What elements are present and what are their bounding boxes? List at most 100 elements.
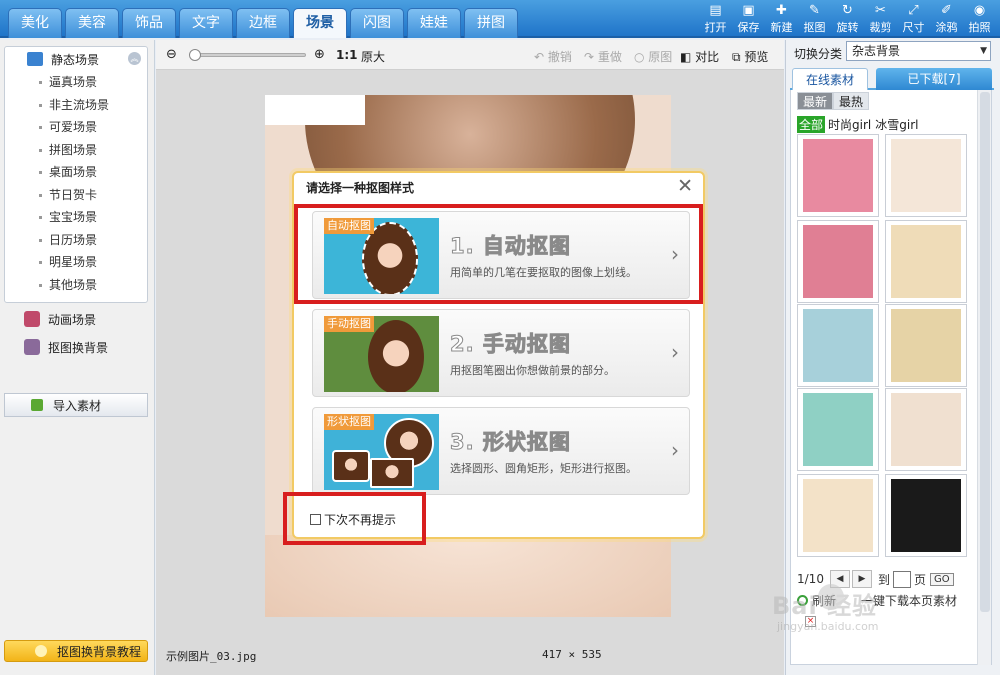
tab-frame[interactable]: 边框 [236, 8, 290, 38]
original-button[interactable]: ○ 原图 [634, 48, 672, 65]
actual-size-button[interactable]: 1:1 [336, 48, 358, 62]
tutorial-button[interactable]: 抠图换背景教程 [4, 640, 148, 662]
rotate-button[interactable]: ↻ 旋转 [831, 2, 864, 36]
rotate-icon: ↻ [842, 3, 853, 18]
material-thumb[interactable] [885, 134, 967, 217]
folder-icon: ▤ [709, 3, 722, 18]
tab-text[interactable]: 文字 [179, 8, 233, 38]
static-scene-icon [27, 52, 43, 66]
resize-icon: ⤢ [908, 3, 919, 18]
zoom-out-icon[interactable]: ⊖ [166, 47, 177, 62]
status-filename: 示例图片_03.jpg [166, 650, 257, 663]
sidebar-item-baby[interactable]: 宝宝场景 [5, 206, 147, 229]
material-panel: 切换分类 杂志背景 ▼ 在线素材 已下载[7] 最新 最热 全部 时尚girl … [785, 40, 1000, 675]
scrollbar[interactable] [977, 90, 991, 665]
tab-collage[interactable]: 拼图 [464, 8, 518, 38]
zoom-in-icon[interactable]: ⊕ [314, 47, 325, 62]
tab-downloaded[interactable]: 已下载[7] [876, 68, 992, 90]
cutout-button[interactable]: ✎ 抠图 [798, 2, 831, 36]
sidebar-item-cute[interactable]: 可爱场景 [5, 116, 147, 139]
material-thumb[interactable] [797, 134, 879, 217]
resize-button[interactable]: ⤢ 尺寸 [897, 2, 930, 36]
sidebar-item-other[interactable]: 其他场景 [5, 274, 147, 297]
scene-category-list: 静态场景 ︽ 逼真场景 非主流场景 可爱场景 拼图场景 桌面场景 节日贺卡 宝宝… [4, 46, 148, 303]
shape-cutout-option[interactable]: 形状抠图 3. 形状抠图 选择圆形、圆角矩形，矩形进行抠图。 › [312, 407, 690, 495]
sort-newest[interactable]: 最新 [797, 92, 833, 110]
highlight-auto-cutout [294, 204, 703, 304]
switch-category-label: 切换分类 [794, 47, 843, 61]
material-thumb[interactable] [797, 304, 879, 387]
tab-scene[interactable]: 场景 [293, 8, 347, 38]
tag-all[interactable]: 全部 [797, 116, 826, 133]
material-thumb[interactable] [797, 220, 879, 303]
page-indicator: 1/10 [797, 572, 824, 586]
sidebar-item-calendar[interactable]: 日历场景 [5, 229, 147, 252]
redo-button[interactable]: ↷ 重做 [584, 48, 622, 65]
tab-beauty[interactable]: 美容 [65, 8, 119, 38]
tab-beautify[interactable]: 美化 [8, 8, 62, 38]
sidebar-item-anim-scene[interactable]: 动画场景 [24, 308, 96, 330]
material-thumb[interactable] [885, 304, 967, 387]
page-number-input[interactable] [892, 570, 911, 588]
tab-accessories[interactable]: 饰品 [122, 8, 176, 38]
brush-icon: ✐ [941, 3, 952, 18]
close-icon[interactable]: ✕ [677, 177, 693, 196]
sidebar-item-cutout-bg[interactable]: 抠图换背景 [24, 336, 108, 358]
material-thumb[interactable] [797, 474, 879, 557]
brush-button[interactable]: ✐ 涂鸦 [930, 2, 963, 36]
sidebar-item-desktop[interactable]: 桌面场景 [5, 161, 147, 184]
crop-icon: ✂ [875, 3, 886, 18]
material-thumb[interactable] [885, 474, 967, 557]
tab-flash[interactable]: 闪图 [350, 8, 404, 38]
material-thumb[interactable] [885, 388, 967, 471]
open-button[interactable]: ▤ 打开 [699, 2, 732, 36]
go-button[interactable]: GO [929, 572, 954, 586]
category-select[interactable]: 杂志背景 ▼ [846, 41, 991, 61]
sidebar-item-star[interactable]: 明星场景 [5, 251, 147, 274]
sidebar-item-realistic[interactable]: 逼真场景 [5, 71, 147, 94]
zoom-slider-knob[interactable] [189, 49, 201, 61]
original-size-label[interactable]: 原大 [361, 48, 385, 65]
new-button[interactable]: ✚ 新建 [765, 2, 798, 36]
collapse-icon[interactable]: ︽ [128, 52, 141, 65]
import-material-button[interactable]: 导入素材 [4, 393, 148, 417]
status-dimensions: 417 × 535 [542, 648, 602, 661]
tab-online-material[interactable]: 在线素材 [792, 68, 868, 90]
save-button[interactable]: ▣ 保存 [732, 2, 765, 36]
zoom-slider[interactable] [189, 49, 306, 61]
static-scene-header[interactable]: 静态场景 ︽ [5, 47, 147, 71]
anim-scene-icon [24, 311, 40, 327]
view-toolbar: ⊖ ⊕ 1:1 原大 ↶ 撤销 ↷ 重做 ○ 原图 ◧ 对比 ⧉ 预览 [156, 40, 784, 70]
left-sidebar: 静态场景 ︽ 逼真场景 非主流场景 可爱场景 拼图场景 桌面场景 节日贺卡 宝宝… [0, 40, 155, 675]
chevron-right-icon: › [671, 340, 679, 364]
import-icon [31, 399, 43, 411]
top-toolbar: 美化 美容 饰品 文字 边框 场景 闪图 娃娃 拼图 ▤ 打开 ▣ 保存 ✚ 新建 ✎… [0, 0, 1000, 38]
sidebar-item-nonmainstream[interactable]: 非主流场景 [5, 94, 147, 117]
compare-button[interactable]: ◧ 对比 [680, 48, 719, 65]
material-thumb[interactable] [797, 388, 879, 471]
sidebar-item-collage[interactable]: 拼图场景 [5, 139, 147, 162]
camera-button[interactable]: ◉ 拍照 [963, 2, 996, 36]
crop-button[interactable]: ✂ 裁剪 [864, 2, 897, 36]
module-tabs: 美化 美容 饰品 文字 边框 场景 闪图 娃娃 拼图 [8, 8, 521, 38]
undo-button[interactable]: ↶ 撤销 [534, 48, 572, 65]
bulb-icon [35, 645, 47, 657]
camera-icon: ◉ [973, 3, 986, 18]
manual-cutout-option[interactable]: 手动抠图 2. 手动抠图 用抠图笔圈出你想做前景的部分。 › [312, 309, 690, 397]
cutout-icon: ✎ [809, 3, 820, 18]
dialog-title: 请选择一种抠图样式 [306, 181, 415, 195]
sort-tabs: 最新 最热 [797, 92, 869, 110]
tag-fashion-girl[interactable]: 时尚girl [828, 116, 871, 133]
preview-button[interactable]: ⧉ 预览 [732, 48, 768, 65]
sidebar-item-holiday[interactable]: 节日贺卡 [5, 184, 147, 207]
chevron-down-icon: ▼ [980, 46, 987, 56]
material-thumb[interactable] [885, 220, 967, 303]
sort-hottest[interactable]: 最热 [833, 92, 869, 110]
tag-filter: 全部 时尚girl 冰雪girl [797, 116, 922, 133]
manual-cutout-thumbnail: 手动抠图 [324, 316, 439, 392]
save-icon: ▣ [742, 3, 755, 18]
tag-ice-girl[interactable]: 冰雪girl [875, 116, 918, 133]
tab-doll[interactable]: 娃娃 [407, 8, 461, 38]
material-tabs: 在线素材 已下载[7] [790, 68, 994, 90]
plus-icon: ✚ [776, 3, 787, 18]
